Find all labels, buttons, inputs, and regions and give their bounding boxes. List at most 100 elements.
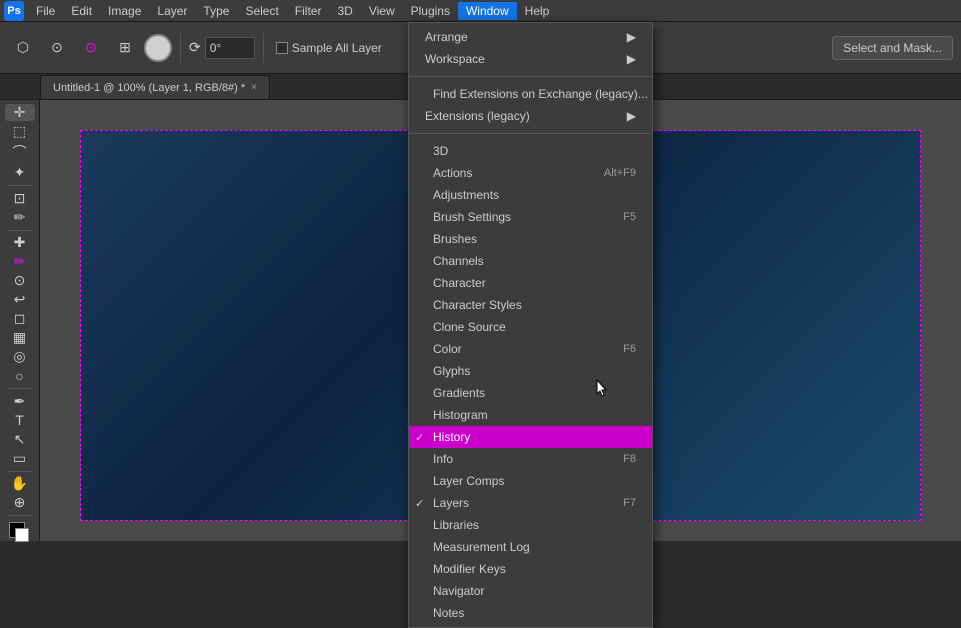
menu-item-workspace[interactable]: Workspace ▶ (409, 48, 652, 70)
clone-source-label: Clone Source (433, 320, 506, 334)
marquee-tool[interactable]: ⬚ (5, 123, 35, 140)
brush-preview (144, 34, 172, 62)
sample-all-label: Sample All Layer (292, 41, 382, 55)
tool-option-brush-2[interactable]: ⊙ (76, 33, 106, 63)
menu-image[interactable]: Image (100, 2, 149, 20)
menu-item-layers[interactable]: ✓ Layers F7 (409, 492, 652, 514)
menu-filter[interactable]: Filter (287, 2, 330, 20)
menu-item-modifier-keys[interactable]: Modifier Keys (409, 558, 652, 580)
stamp-tool[interactable]: ⊙ (5, 272, 35, 289)
brush-settings-label: Brush Settings (433, 210, 511, 224)
menu-item-libraries[interactable]: Libraries (409, 514, 652, 536)
menu-help[interactable]: Help (517, 2, 558, 20)
menu-3d[interactable]: 3D (329, 2, 360, 20)
menu-edit[interactable]: Edit (63, 2, 100, 20)
brushes-label: Brushes (433, 232, 477, 246)
shape-tool[interactable]: ▭ (5, 450, 35, 467)
menu-file[interactable]: File (28, 2, 63, 20)
angle-value[interactable]: 0° (205, 37, 255, 59)
path-select-tool[interactable]: ↖ (5, 431, 35, 448)
left-toolbar: ✛ ⬚ ⌒ ✦ ⊡ ✏ ✚ ✏ ⊙ ↩ ◻ ▦ ◎ ○ ✒ T ↖ ▭ ✋ ⊕ (0, 100, 40, 541)
menu-item-histogram[interactable]: Histogram (409, 404, 652, 426)
tool-option-brush-1[interactable]: ⊙ (42, 33, 72, 63)
history-label: History (433, 430, 470, 444)
adjustments-label: Adjustments (433, 188, 499, 202)
menu-item-gradients[interactable]: Gradients (409, 382, 652, 404)
dodge-tool[interactable]: ○ (5, 367, 35, 384)
notes-label: Notes (433, 606, 464, 620)
menu-view[interactable]: View (361, 2, 403, 20)
menu-select[interactable]: Select (237, 2, 286, 20)
divider-2 (409, 133, 652, 134)
menu-window[interactable]: Window (458, 2, 517, 20)
menu-item-character[interactable]: Character (409, 272, 652, 294)
menu-layer[interactable]: Layer (149, 2, 195, 20)
gradient-tool[interactable]: ▦ (5, 329, 35, 346)
menu-item-channels[interactable]: Channels (409, 250, 652, 272)
menu-item-brushes[interactable]: Brushes (409, 228, 652, 250)
actions-label: Actions (433, 166, 472, 180)
select-mask-button[interactable]: Select and Mask... (832, 36, 953, 60)
separator-1 (180, 33, 181, 63)
ps-logo: Ps (4, 1, 24, 21)
foreground-color[interactable] (5, 520, 35, 537)
healing-tool[interactable]: ✚ (5, 234, 35, 251)
color-label: Color (433, 342, 462, 356)
menu-item-glyphs[interactable]: Glyphs (409, 360, 652, 382)
menu-item-find-extensions[interactable]: Find Extensions on Exchange (legacy)... (409, 83, 652, 105)
sample-all-checkbox[interactable] (276, 42, 288, 54)
navigator-label: Navigator (433, 584, 484, 598)
tool-sep-3 (8, 388, 32, 389)
menu-item-navigator[interactable]: Navigator (409, 580, 652, 602)
menu-item-extensions-legacy[interactable]: Extensions (legacy) ▶ (409, 105, 652, 127)
menu-item-color[interactable]: Color F6 (409, 338, 652, 360)
info-shortcut: F8 (623, 453, 636, 465)
arrange-arrow: ▶ (627, 30, 636, 44)
sample-all-container: Sample All Layer (276, 41, 382, 55)
zoom-tool[interactable]: ⊕ (5, 494, 35, 511)
layer-comps-check: ✓ (415, 475, 424, 488)
tool-option-1[interactable]: ⬡ (8, 33, 38, 63)
type-tool[interactable]: T (5, 412, 35, 429)
menu-item-history[interactable]: ✓ History (409, 426, 652, 448)
tab-close-button[interactable]: × (251, 82, 257, 93)
menu-type[interactable]: Type (195, 2, 237, 20)
history-brush-tool[interactable]: ↩ (5, 291, 35, 308)
measurement-log-label: Measurement Log (433, 540, 530, 554)
menu-item-layer-comps[interactable]: ✓ Layer Comps (409, 470, 652, 492)
document-tab[interactable]: Untitled-1 @ 100% (Layer 1, RGB/8#) * × (40, 75, 270, 99)
angle-control: ⟳ 0° (189, 37, 255, 59)
menu-item-3d[interactable]: 3D (409, 140, 652, 162)
divider-1 (409, 76, 652, 77)
hand-tool[interactable]: ✋ (5, 475, 35, 492)
tool-option-brush-3[interactable]: ⊞ (110, 33, 140, 63)
menu-item-actions[interactable]: Actions Alt+F9 (409, 162, 652, 184)
menu-item-arrange[interactable]: Arrange ▶ (409, 26, 652, 48)
menu-item-measurement-log[interactable]: Measurement Log (409, 536, 652, 558)
brush-tool[interactable]: ✏ (5, 253, 35, 270)
angle-icon: ⟳ (189, 39, 201, 56)
move-tool[interactable]: ✛ (5, 104, 35, 121)
find-extensions-label: Find Extensions on Exchange (legacy)... (433, 87, 648, 101)
menu-item-info[interactable]: Info F8 (409, 448, 652, 470)
pen-tool[interactable]: ✒ (5, 393, 35, 410)
gradients-label: Gradients (433, 386, 485, 400)
eyedropper-tool[interactable]: ✏ (5, 209, 35, 226)
magic-wand-tool[interactable]: ✦ (5, 164, 35, 181)
menu-item-notes[interactable]: Notes (409, 602, 652, 624)
tab-title: Untitled-1 @ 100% (Layer 1, RGB/8#) * (53, 82, 245, 94)
eraser-tool[interactable]: ◻ (5, 310, 35, 327)
menu-item-character-styles[interactable]: Character Styles (409, 294, 652, 316)
window-dropdown-menu: Arrange ▶ Workspace ▶ Find Extensions on… (408, 22, 653, 628)
menu-item-brush-settings[interactable]: Brush Settings F5 (409, 206, 652, 228)
brush-settings-shortcut: F5 (623, 211, 636, 223)
menu-item-adjustments[interactable]: Adjustments (409, 184, 652, 206)
blur-tool[interactable]: ◎ (5, 348, 35, 365)
menu-plugins[interactable]: Plugins (403, 2, 458, 20)
crop-tool[interactable]: ⊡ (5, 190, 35, 207)
character-styles-label: Character Styles (433, 298, 522, 312)
extensions-legacy-arrow: ▶ (627, 109, 636, 123)
character-label: Character (433, 276, 486, 290)
menu-item-clone-source[interactable]: Clone Source (409, 316, 652, 338)
lasso-tool[interactable]: ⌒ (5, 142, 35, 162)
